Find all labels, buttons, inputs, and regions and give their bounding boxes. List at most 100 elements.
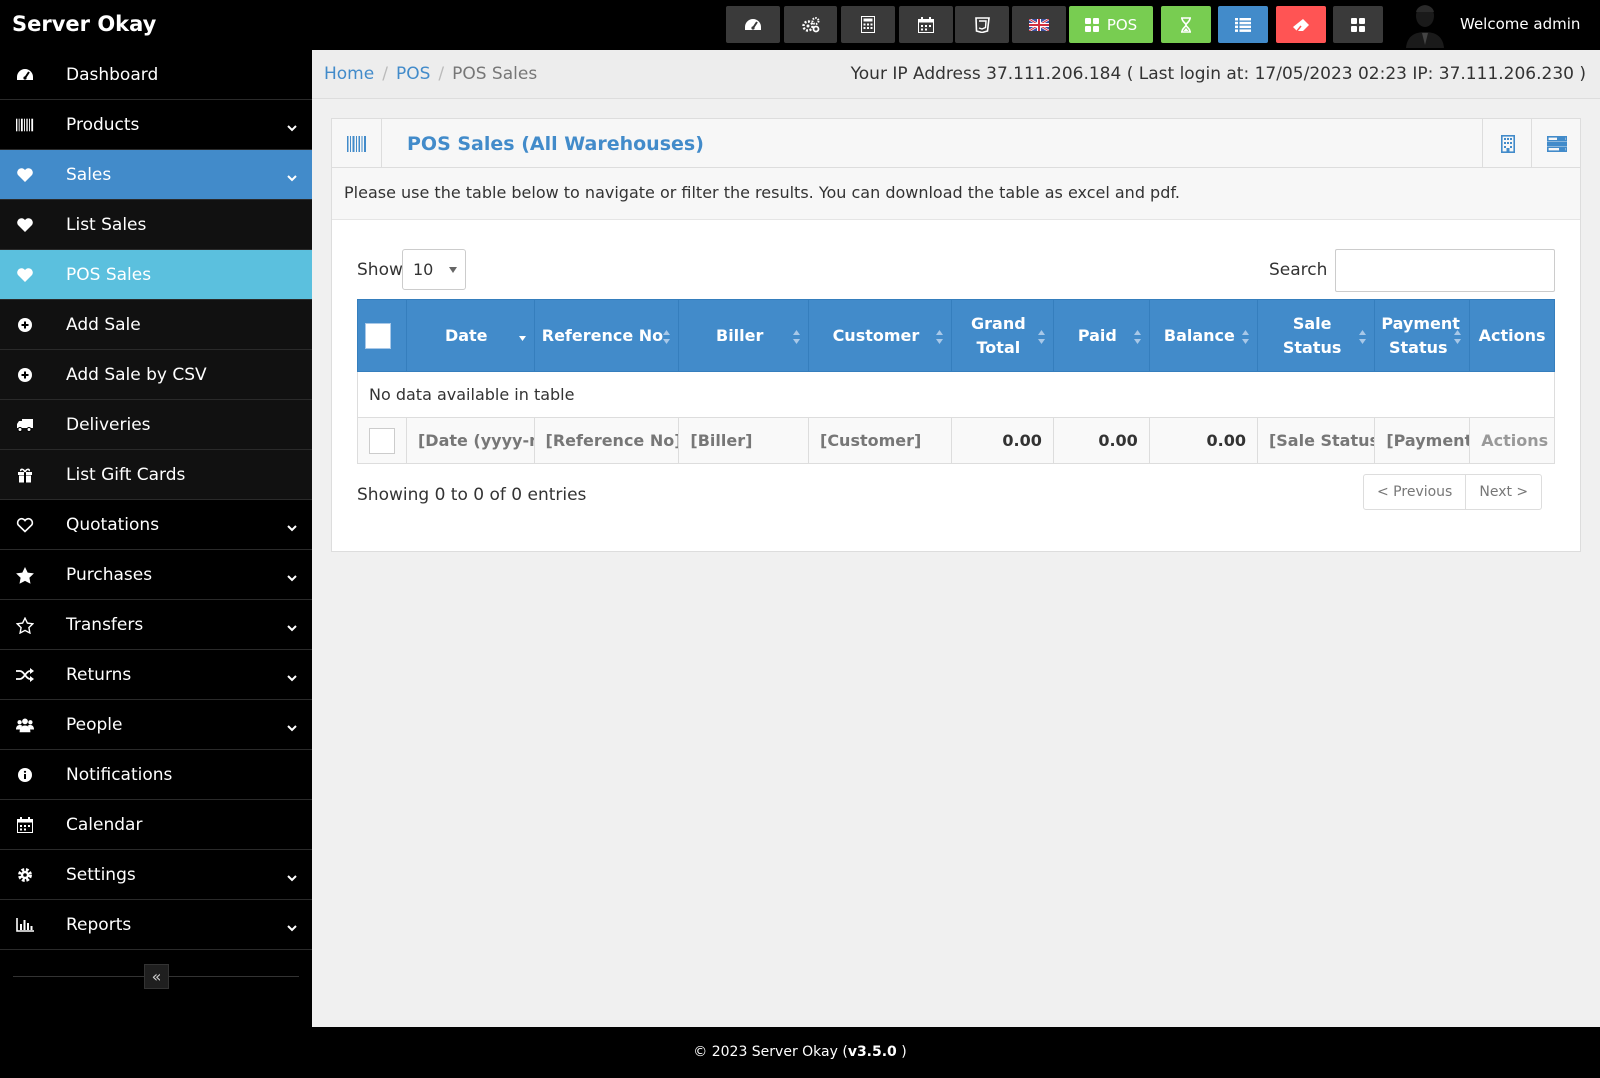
column-header-biller[interactable]: Biller bbox=[678, 299, 809, 372]
sidebar-item-list-gift-cards[interactable]: List Gift Cards bbox=[0, 450, 312, 500]
column-header-label: Reference No bbox=[541, 325, 664, 345]
show-entries-label: Show bbox=[357, 260, 403, 280]
filter-customer[interactable]: [Customer] bbox=[808, 417, 952, 464]
page-title: POS Sales (All Warehouses) bbox=[407, 133, 704, 155]
column-header-payment-status[interactable]: Payment Status bbox=[1374, 299, 1471, 372]
dashboard-button[interactable] bbox=[726, 6, 780, 43]
calculator-button[interactable] bbox=[841, 6, 895, 43]
list-icon bbox=[1235, 17, 1251, 32]
column-header-label: Customer bbox=[832, 325, 920, 345]
sidebar-item-purchases[interactable]: Purchases bbox=[0, 550, 312, 600]
styles-button[interactable] bbox=[955, 6, 1009, 43]
random-icon bbox=[16, 666, 34, 684]
sidebar-item-sales[interactable]: Sales bbox=[0, 150, 312, 200]
chevron-down-icon bbox=[286, 619, 298, 632]
dashboard-icon bbox=[16, 66, 34, 84]
truck-icon bbox=[16, 416, 34, 434]
chevron-down-icon bbox=[286, 119, 298, 132]
filter-sale-status[interactable]: [Sale Status] bbox=[1256, 417, 1376, 464]
settings-button[interactable] bbox=[784, 6, 837, 43]
breadcrumb-pos-link[interactable]: POS bbox=[396, 63, 430, 85]
cog-icon bbox=[16, 866, 34, 884]
pos-sales-box: POS Sales (All Warehouses) Please use th… bbox=[331, 118, 1581, 552]
filter-balance[interactable]: 0.00 bbox=[1148, 417, 1258, 464]
sidebar-item-people[interactable]: People bbox=[0, 700, 312, 750]
sidebar-item-label: Products bbox=[66, 115, 140, 135]
sort-icon bbox=[1037, 328, 1046, 344]
warehouse-filter-button[interactable] bbox=[1482, 119, 1532, 168]
table-actions-button[interactable] bbox=[1531, 119, 1581, 168]
sidebar-item-settings[interactable]: Settings bbox=[0, 850, 312, 900]
sidebar-item-label: Deliveries bbox=[66, 415, 151, 435]
sidebar-item-label: Notifications bbox=[66, 765, 173, 785]
next-page-button[interactable]: Next > bbox=[1465, 475, 1541, 509]
apps-button[interactable] bbox=[1333, 6, 1383, 43]
sidebar-item-pos-sales[interactable]: POS Sales bbox=[0, 250, 312, 300]
filter-date[interactable]: [Date (yyyy-mm-dd)] bbox=[405, 417, 535, 464]
filter-paid[interactable]: 0.00 bbox=[1052, 417, 1150, 464]
column-header-grand-total[interactable]: Grand Total bbox=[950, 299, 1054, 372]
filter-actions[interactable]: Actions bbox=[1469, 417, 1555, 464]
sidebar-item-add-sale-by-csv[interactable]: Add Sale by CSV bbox=[0, 350, 312, 400]
sidebar-item-list-sales[interactable]: List Sales bbox=[0, 200, 312, 250]
column-header-date[interactable]: Date bbox=[405, 299, 535, 372]
heart-icon bbox=[16, 266, 34, 284]
breadcrumb-home-link[interactable]: Home bbox=[324, 63, 374, 85]
column-header-actions[interactable]: Actions bbox=[1469, 299, 1555, 372]
sidebar-item-deliveries[interactable]: Deliveries bbox=[0, 400, 312, 450]
sidebar-item-products[interactable]: Products bbox=[0, 100, 312, 150]
column-header-sale-status[interactable]: Sale Status bbox=[1256, 299, 1376, 372]
sidebar-item-dashboard[interactable]: Dashboard bbox=[0, 50, 312, 100]
calendar-button[interactable] bbox=[899, 6, 953, 43]
select-all-checkbox[interactable] bbox=[364, 322, 391, 349]
calendar-icon bbox=[16, 816, 34, 834]
cogs-icon bbox=[801, 16, 819, 32]
sidebar-item-notifications[interactable]: Notifications bbox=[0, 750, 312, 800]
dashboard-icon bbox=[745, 18, 761, 30]
sidebar-item-transfers[interactable]: Transfers bbox=[0, 600, 312, 650]
column-header-balance[interactable]: Balance bbox=[1148, 299, 1258, 372]
sidebar-item-calendar[interactable]: Calendar bbox=[0, 800, 312, 850]
tasks-icon bbox=[1546, 135, 1567, 152]
sort-icon bbox=[1453, 328, 1462, 344]
column-header-reference-no[interactable]: Reference No bbox=[533, 299, 680, 372]
calculator-icon bbox=[861, 16, 875, 33]
row-checkbox[interactable] bbox=[369, 427, 395, 454]
column-header-paid[interactable]: Paid bbox=[1052, 299, 1150, 372]
filter-payment-status[interactable]: [Payment Status] bbox=[1374, 417, 1471, 464]
sidebar-item-label: Add Sale by CSV bbox=[66, 365, 207, 385]
register-button[interactable] bbox=[1161, 6, 1211, 43]
breadcrumb-current: POS Sales bbox=[452, 64, 538, 84]
filter-biller[interactable]: [Biller] bbox=[678, 417, 809, 464]
filter-reference-no[interactable]: [Reference No] bbox=[533, 417, 680, 464]
breadcrumb-bar: Home / POS / POS Sales Your IP Address 3… bbox=[312, 50, 1600, 99]
column-header-customer[interactable]: Customer bbox=[808, 299, 952, 372]
sidebar-item-quotations[interactable]: Quotations bbox=[0, 500, 312, 550]
sidebar-collapse-button[interactable]: « bbox=[144, 964, 169, 989]
barcode-icon bbox=[332, 119, 382, 168]
sidebar-item-add-sale[interactable]: Add Sale bbox=[0, 300, 312, 350]
empty-row: No data available in table bbox=[357, 371, 1555, 418]
filter-grand-total[interactable]: 0.00 bbox=[950, 417, 1054, 464]
users-icon bbox=[16, 716, 34, 734]
pos-button[interactable]: POS bbox=[1069, 6, 1153, 43]
page-size-select[interactable]: 10 bbox=[402, 249, 466, 290]
calendar-icon bbox=[918, 16, 934, 33]
sidebar-item-reports[interactable]: Reports bbox=[0, 900, 312, 950]
footer-close: ) bbox=[896, 1044, 907, 1060]
language-button[interactable] bbox=[1012, 6, 1066, 43]
previous-page-button[interactable]: < Previous bbox=[1364, 475, 1465, 509]
sort-icon bbox=[1241, 328, 1250, 344]
main-content: Home / POS / POS Sales Your IP Address 3… bbox=[312, 50, 1600, 1027]
avatar[interactable] bbox=[1402, 0, 1448, 48]
search-input[interactable] bbox=[1335, 249, 1555, 292]
clear-button[interactable] bbox=[1276, 6, 1326, 43]
chevron-down-icon bbox=[286, 869, 298, 882]
sidebar-item-returns[interactable]: Returns bbox=[0, 650, 312, 700]
brand-logo[interactable]: Server Okay bbox=[12, 10, 156, 38]
list-button[interactable] bbox=[1218, 6, 1268, 43]
sidebar-item-label: Reports bbox=[66, 915, 132, 935]
barcode-icon bbox=[16, 116, 34, 134]
welcome-text[interactable]: Welcome admin bbox=[1460, 14, 1580, 34]
th-large-icon bbox=[1351, 17, 1365, 32]
